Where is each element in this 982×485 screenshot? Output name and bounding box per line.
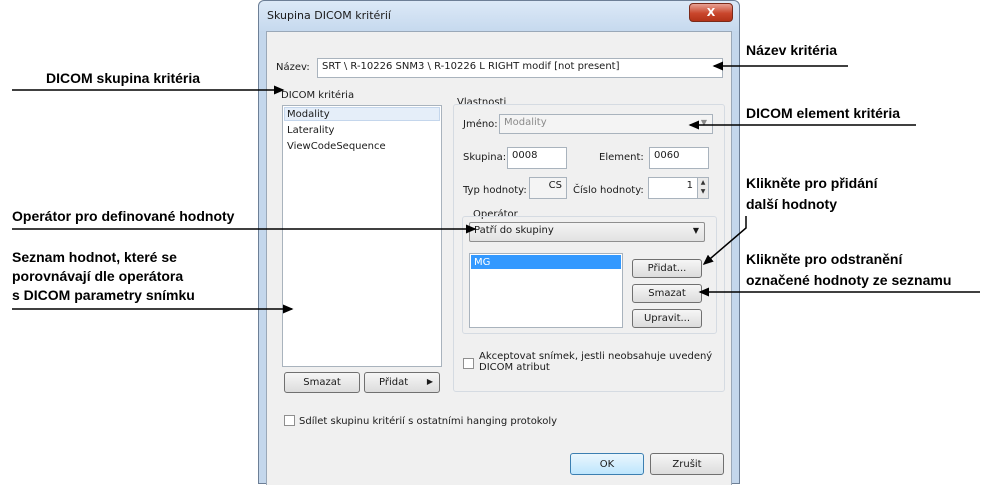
callout-lines [12,61,980,314]
arrow-add-value [702,216,747,265]
